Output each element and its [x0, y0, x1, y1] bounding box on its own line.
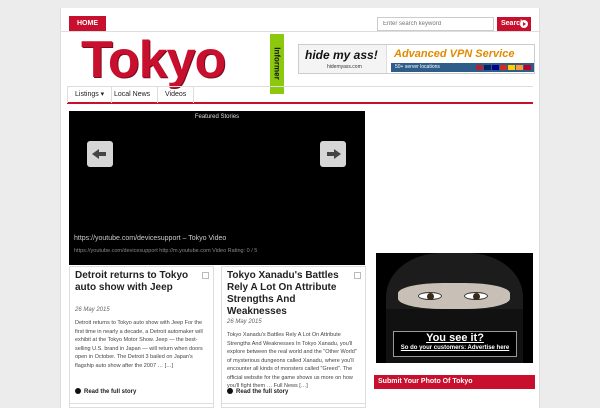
ad-title: Advanced VPN Service: [394, 48, 515, 60]
ad-brand-panel: hide my ass! hidemyass.com: [299, 45, 387, 73]
nav-item-listings[interactable]: Listings ▾: [67, 87, 113, 103]
top-bar: HOME Search: [61, 8, 541, 32]
ad-brand: hide my ass!: [305, 48, 378, 62]
play-icon: [75, 388, 81, 394]
site-logo[interactable]: Tokyo: [81, 30, 226, 90]
slider-meta: https://youtube.com/devicesupport http:/…: [74, 248, 258, 254]
card-footer: [70, 403, 213, 404]
slider-prev-button[interactable]: [87, 141, 113, 167]
ad-strip: 50+ server locations: [391, 63, 534, 72]
read-more-link[interactable]: Read the full story: [75, 388, 136, 395]
post-excerpt: Tokyo Xanadu's Battles Rely A Lot On Att…: [227, 332, 357, 389]
advertise-sub: So do your customers: Advertise here: [400, 345, 510, 351]
nav-item-videos[interactable]: Videos: [158, 87, 195, 103]
home-button[interactable]: HOME: [69, 16, 106, 31]
post-excerpt: Detroit returns to Tokyo auto show with …: [75, 320, 203, 369]
ad-brand-sub: hidemyass.com: [327, 64, 362, 70]
logo-tag-text: Informer: [272, 47, 282, 80]
post-title[interactable]: Detroit returns to Tokyo auto show with …: [75, 270, 201, 294]
play-icon: [227, 388, 233, 394]
search-button[interactable]: Search: [497, 17, 531, 31]
post-card: Detroit returns to Tokyo auto show with …: [69, 266, 214, 408]
main-nav: Listings ▾ Local News Videos: [67, 86, 533, 104]
submit-photo-heading[interactable]: Submit Your Photo Of Tokyo: [374, 375, 535, 389]
slider-next-button[interactable]: [320, 141, 346, 167]
eyes-image: [398, 283, 510, 309]
post-card: Tokyo Xanadu's Battles Rely A Lot On Att…: [221, 266, 366, 408]
read-more-label: Read the full story: [84, 389, 137, 395]
card-footer: [222, 403, 365, 404]
advertise-title: You see it?: [426, 332, 484, 344]
vpn-ad-banner[interactable]: hide my ass! hidemyass.com Advanced VPN …: [298, 44, 535, 74]
post-date: 26 May 2015: [75, 307, 110, 313]
advertise-here-ad[interactable]: You see it? So do your customers: Advert…: [376, 253, 533, 363]
slider-title: Featured Stories: [194, 114, 240, 120]
post-date: 26 May 2015: [227, 319, 262, 325]
comment-icon[interactable]: [202, 272, 209, 279]
comment-icon[interactable]: [354, 272, 361, 279]
post-title[interactable]: Tokyo Xanadu's Battles Rely A Lot On Att…: [227, 270, 353, 318]
featured-slider[interactable]: Featured Stories https://youtube.com/dev…: [69, 111, 365, 265]
slider-caption[interactable]: https://youtube.com/devicesupport – Toky…: [74, 235, 226, 242]
arrow-right-icon: [520, 20, 528, 28]
arrow-right-icon: [334, 149, 341, 159]
page-container: HOME Search Tokyo Informer hide my ass! …: [60, 8, 541, 408]
flags-icon: [476, 65, 531, 70]
read-more-label: Read the full story: [236, 389, 289, 395]
nav-item-local-news[interactable]: Local News: [107, 87, 159, 103]
search-input[interactable]: [377, 17, 494, 31]
read-more-link[interactable]: Read the full story: [227, 388, 288, 395]
ad-strip-text: 50+ server locations: [395, 64, 440, 70]
advertise-box: You see it? So do your customers: Advert…: [393, 331, 517, 357]
logo-tag: Informer: [270, 34, 284, 94]
